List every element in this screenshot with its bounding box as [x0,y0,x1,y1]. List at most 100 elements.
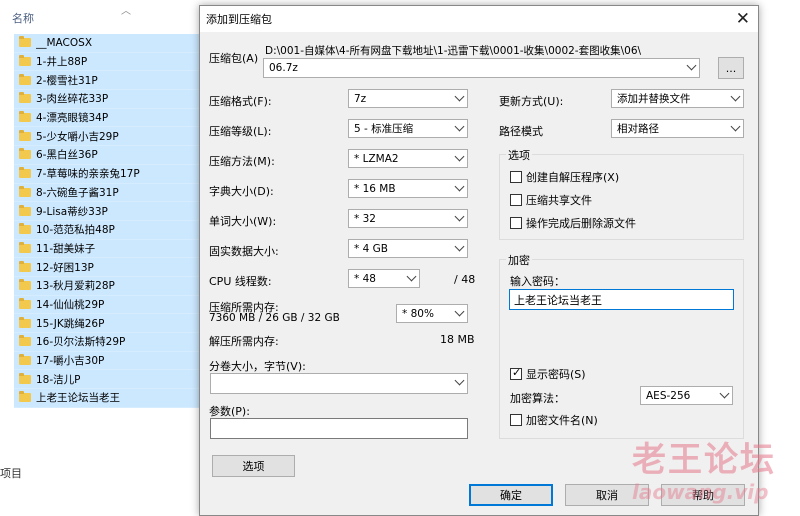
list-item[interactable]: 10-范范私拍48P [14,220,202,240]
file-name: 6-黑白丝36P [36,149,98,162]
dict-label: 字典大小(D): [209,185,274,198]
list-item[interactable]: 3-肉丝碎花33P [14,90,202,109]
list-item[interactable]: 14-仙仙桃29P [14,295,202,315]
shared-checkbox[interactable]: 压缩共享文件 [510,192,592,208]
list-item[interactable]: 17-嚼小吉30P [14,351,202,371]
file-name: 上老王论坛当老王 [36,392,120,405]
path-mode-label: 路径模式 [499,125,543,138]
watermark-text: 老王论坛 [632,440,776,480]
params-label: 参数(P): [209,405,250,418]
sfx-checkbox[interactable]: 创建自解压程序(X) [510,169,619,185]
list-item[interactable]: 15-JK跳绳26P [14,314,202,333]
archive-label: 压缩包(A) [209,52,259,65]
password-label: 输入密码： [510,275,565,288]
word-select[interactable]: * 32 [348,209,468,228]
chevron-down-icon [686,60,697,71]
options-button[interactable]: 选项 [212,455,295,477]
folder-icon [19,73,31,85]
path-mode-select[interactable]: 相对路径 [611,119,744,138]
list-item[interactable]: 1-井上88P [14,52,202,72]
level-select[interactable]: 5 - 标准压缩 [348,119,468,138]
level-label: 压缩等级(L): [209,125,272,138]
update-select[interactable]: 添加并替换文件 [611,89,744,108]
watermark-url: laowang.vip [632,480,769,504]
file-name: __MACOSX [36,36,93,49]
list-item[interactable]: 11-甜美妹子 [14,239,202,259]
list-item[interactable]: 18-洁儿P [14,370,202,390]
file-name: 11-甜美妹子 [36,242,96,255]
solid-select[interactable]: * 4 GB [348,239,468,258]
show-password-checkbox[interactable]: 显示密码(S) [510,366,586,382]
cpu-select[interactable]: * 48 [348,269,420,288]
method-label: 压缩方法(M): [209,155,275,168]
params-input[interactable] [210,418,468,439]
mem-select[interactable]: * 80% [396,304,468,323]
file-name: 5-少女嚼小吉29P [36,130,119,143]
file-name: 1-井上88P [36,56,88,69]
chevron-down-icon [454,181,465,192]
folder-icon [19,167,31,179]
list-item[interactable]: 13-秋月爱莉28P [14,276,202,296]
file-list: __MACOSX 1-井上88P 2-樱雪社31P 3-肉丝碎花33P 4-漂亮眼镜34… [14,34,202,408]
list-item[interactable]: 12-好困13P [14,258,202,277]
chevron-down-icon [730,121,741,132]
file-name: 14-仙仙桃29P [36,298,105,311]
word-value: * 32 [354,212,376,225]
format-select[interactable]: 7z [348,89,468,108]
method-value: * LZMA2 [354,152,399,165]
file-name: 12-好困13P [36,261,94,274]
split-select[interactable] [210,373,468,394]
list-item[interactable]: 8-六碗鱼子酱31P [14,183,202,203]
split-label: 分卷大小，字节(V): [209,360,306,373]
password-input[interactable]: 上老王论坛当老王 [509,289,734,310]
chevron-down-icon [454,241,465,252]
chevron-down-icon [406,271,417,282]
file-name: 15-JK跳绳26P [36,317,105,330]
file-name: 4-漂亮眼镜34P [36,112,109,125]
archive-name-value: 06.7z [269,62,298,74]
enc-method-label: 加密算法： [510,392,565,405]
browse-button[interactable]: ... [718,57,744,79]
format-label: 压缩格式(F): [209,95,272,108]
dict-select[interactable]: * 16 MB [348,179,468,198]
delete-source-label: 操作完成后删除源文件 [526,217,636,230]
encryption-group-title: 加密 [506,252,532,268]
word-label: 单词大小(W): [209,215,277,228]
close-icon[interactable]: ✕ [736,9,750,29]
folder-icon [19,55,31,67]
update-label: 更新方式(U): [499,95,564,108]
sfx-label: 创建自解压程序(X) [526,171,620,184]
enc-method-select[interactable]: AES-256 [640,386,733,405]
list-item[interactable]: 16-贝尔法斯特29P [14,333,202,352]
file-name: 16-贝尔法斯特29P [36,336,126,349]
ok-button[interactable]: 确定 [469,484,553,506]
file-name: 18-洁儿P [36,373,81,386]
archive-name-combo[interactable]: 06.7z [263,58,700,78]
method-select[interactable]: * LZMA2 [348,149,468,168]
path-mode-value: 相对路径 [617,123,659,135]
chevron-down-icon [454,375,465,386]
folder-icon [19,372,31,384]
folder-icon [19,241,31,253]
list-item[interactable]: 6-黑白丝36P [14,146,202,165]
dialog-title: 添加到压缩包 [206,13,272,26]
encrypt-names-checkbox[interactable]: 加密文件名(N) [510,412,598,428]
checkbox-box [510,217,522,229]
list-item[interactable]: 5-少女嚼小吉29P [14,127,202,147]
list-item[interactable]: 7-草莓味的亲亲兔17P [14,164,202,184]
folder-icon [19,129,31,141]
list-item[interactable]: 2-樱雪社31P [14,71,202,91]
solid-value: * 4 GB [354,242,388,255]
list-item[interactable]: __MACOSX [14,34,202,53]
folder-icon [19,92,31,104]
folder-icon [19,223,31,235]
column-header-name[interactable]: 名称 [12,10,34,26]
folder-icon [19,260,31,272]
delete-source-checkbox[interactable]: 操作完成后删除源文件 [510,215,636,231]
checkbox-box [510,366,522,380]
list-item[interactable]: 9-Lisa蒂纱33P [14,202,202,221]
list-item[interactable]: 4-漂亮眼镜34P [14,108,202,128]
folder-icon [19,335,31,347]
file-name: 8-六碗鱼子酱31P [36,186,119,199]
list-item[interactable]: 上老王论坛当老王 [14,389,202,408]
